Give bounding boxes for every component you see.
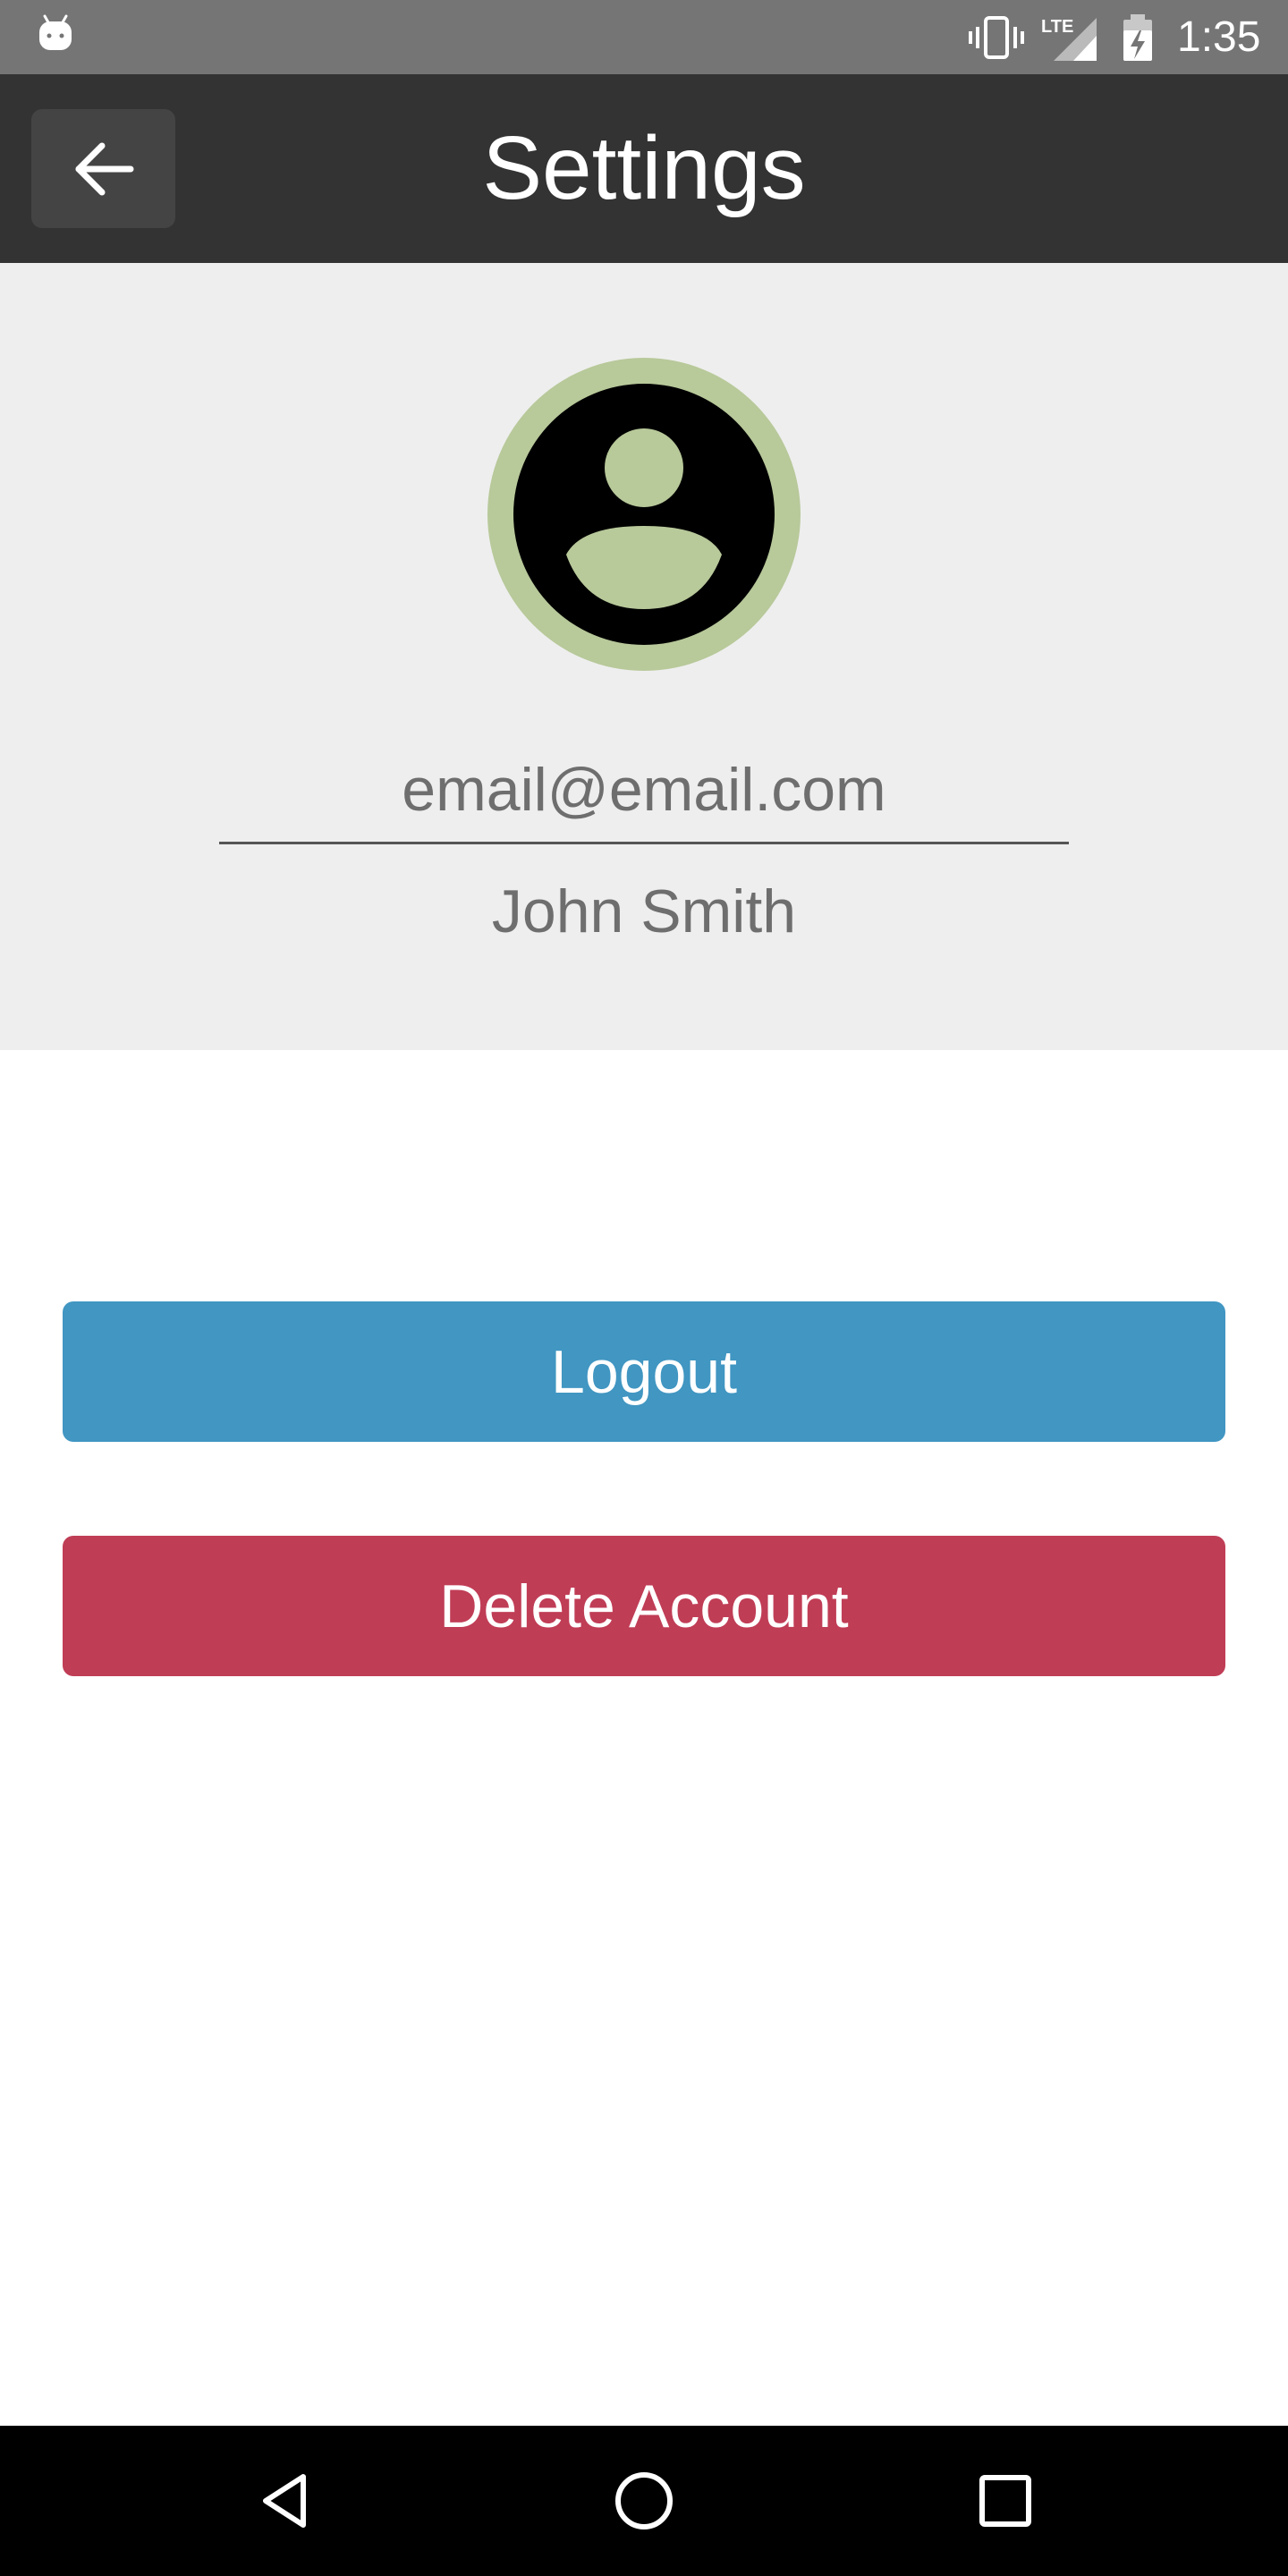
vibrate-icon <box>969 16 1024 59</box>
profile-panel: email@email.com John Smith <box>0 263 1288 1050</box>
nav-home-icon <box>615 2472 673 2529</box>
signal-icon: LTE <box>1041 17 1097 61</box>
logout-button[interactable]: Logout <box>63 1301 1225 1442</box>
back-button[interactable] <box>31 109 175 228</box>
system-navigation-bar <box>0 2426 1288 2576</box>
page-title: Settings <box>482 118 806 218</box>
network-type-label: LTE <box>1041 17 1073 37</box>
delete-account-button[interactable]: Delete Account <box>63 1536 1225 1676</box>
status-bar: LTE 1:35 <box>0 0 1288 74</box>
user-name: John Smith <box>491 877 797 945</box>
android-icon <box>39 14 72 50</box>
nav-recents-button[interactable] <box>961 2456 1050 2546</box>
arrow-left-icon <box>75 142 133 195</box>
status-time: 1:35 <box>1177 13 1261 61</box>
account-circle-icon <box>487 358 801 671</box>
nav-back-icon <box>263 2474 306 2528</box>
nav-back-button[interactable] <box>240 2456 329 2546</box>
nav-recents-icon <box>979 2475 1031 2527</box>
app-toolbar: Settings <box>0 74 1288 263</box>
email-field[interactable]: email@email.com <box>219 737 1069 844</box>
nav-home-button[interactable] <box>599 2456 689 2546</box>
battery-charging-icon <box>1123 14 1152 61</box>
